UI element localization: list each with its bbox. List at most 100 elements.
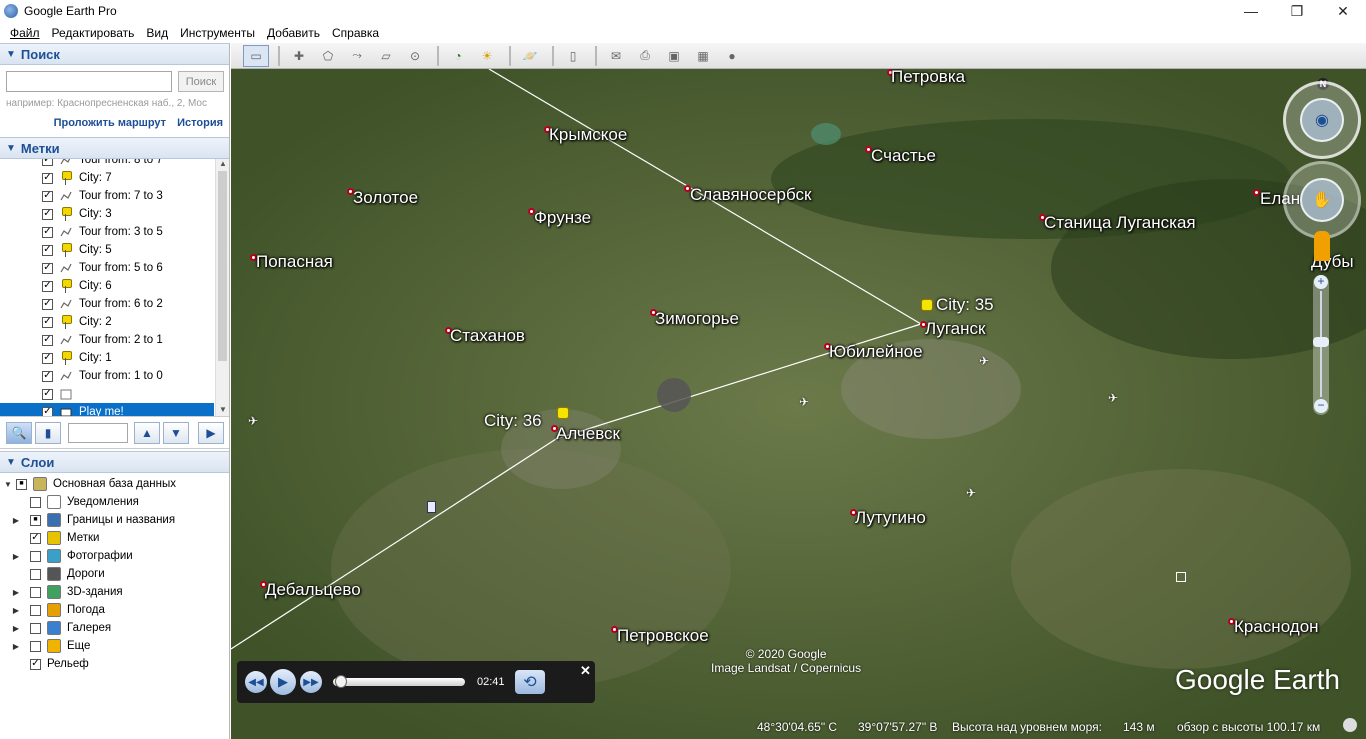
save-image-button[interactable]: ▣ xyxy=(661,45,687,67)
placemark-label[interactable]: City: 35 xyxy=(936,295,994,315)
search-places-button[interactable]: 🔍 xyxy=(6,421,32,444)
places-item[interactable]: ✓ City: 3 xyxy=(0,205,214,223)
add-path-button[interactable]: ⤳ xyxy=(344,45,370,67)
play-button[interactable]: ▶ xyxy=(270,669,296,695)
email-button[interactable]: ✉ xyxy=(603,45,629,67)
places-item[interactable]: ✓ Tour from: 7 to 3 xyxy=(0,187,214,205)
zoom-slider[interactable]: + − xyxy=(1313,275,1329,415)
places-item-checkbox[interactable]: ✓ xyxy=(42,388,53,400)
move-up-button[interactable]: ▲ xyxy=(134,421,160,444)
city-label[interactable]: Алчевск xyxy=(556,424,620,444)
places-item-checkbox[interactable]: ✓ xyxy=(42,159,53,166)
expand-arrow-icon[interactable]: ▶ xyxy=(12,516,20,525)
places-item-checkbox[interactable]: ✓ xyxy=(42,280,53,292)
layer-item[interactable]: Дороги xyxy=(0,565,229,583)
layer-item[interactable]: Уведомления xyxy=(0,493,229,511)
places-item-checkbox[interactable]: ✓ xyxy=(42,262,53,274)
city-label[interactable]: Крымское xyxy=(549,125,627,145)
places-item-checkbox[interactable]: ✓ xyxy=(42,316,53,328)
layer-item[interactable]: ✓ Метки xyxy=(0,529,229,547)
menu-view[interactable]: Вид xyxy=(146,26,168,40)
menu-file[interactable]: Файл xyxy=(10,26,40,40)
maximize-button[interactable]: ❐ xyxy=(1274,0,1320,22)
layer-checkbox[interactable]: ■ xyxy=(16,478,27,490)
city-label[interactable]: Стаханов xyxy=(450,326,525,346)
search-button[interactable]: Поиск xyxy=(178,71,224,92)
places-item-checkbox[interactable]: ✓ xyxy=(42,226,53,238)
zoom-out-icon[interactable]: − xyxy=(1314,399,1328,413)
rewind-button[interactable]: ◀◀ xyxy=(245,671,267,693)
layer-item[interactable]: ✓ Рельеф xyxy=(0,655,229,673)
add-placemark-button[interactable]: ✚ xyxy=(286,45,312,67)
places-item[interactable]: ✓ City: 6 xyxy=(0,277,214,295)
city-label[interactable]: Лутугино xyxy=(855,508,926,528)
city-label[interactable]: Петровка xyxy=(891,69,965,87)
look-control[interactable]: ◉ xyxy=(1283,81,1361,159)
expand-arrow-icon[interactable]: ▶ xyxy=(12,552,20,561)
zoom-handle[interactable] xyxy=(1313,337,1329,347)
places-item[interactable]: ✓ City: 2 xyxy=(0,313,214,331)
places-item-checkbox[interactable]: ✓ xyxy=(42,298,53,310)
placemark-pin-icon[interactable] xyxy=(557,407,569,419)
view-in-maps-button[interactable]: ▦ xyxy=(690,45,716,67)
close-tour-icon[interactable]: ✕ xyxy=(580,663,591,679)
places-item[interactable]: ✓ Play me! xyxy=(0,403,214,416)
city-label[interactable]: Золотое xyxy=(353,188,418,208)
layer-checkbox[interactable] xyxy=(30,622,41,634)
layer-checkbox[interactable] xyxy=(30,568,41,580)
city-label[interactable]: Юбилейное xyxy=(829,342,923,362)
city-label[interactable]: Дебальцево xyxy=(265,580,361,600)
scrollbar-thumb[interactable] xyxy=(218,171,227,361)
layer-checkbox[interactable]: ✓ xyxy=(30,658,41,670)
layer-item[interactable]: ▶ 3D-здания xyxy=(0,583,229,601)
places-section-header[interactable]: ▼ Метки xyxy=(0,137,229,159)
history-link[interactable]: История xyxy=(177,117,223,129)
layer-item[interactable]: ▶ ■ Границы и названия xyxy=(0,511,229,529)
city-label[interactable]: Славяносербск xyxy=(690,185,811,205)
places-item-checkbox[interactable]: ✓ xyxy=(42,352,53,364)
map-view[interactable]: Петровка Крымское Счастье Славяносербск … xyxy=(231,69,1366,739)
places-item[interactable]: ✓ Tour from: 6 to 2 xyxy=(0,295,214,313)
loop-button[interactable]: ⟲ xyxy=(515,670,545,694)
places-item-checkbox[interactable]: ✓ xyxy=(42,190,53,202)
layer-checkbox[interactable] xyxy=(30,640,41,652)
add-overlay-button[interactable]: ▱ xyxy=(373,45,399,67)
layer-checkbox[interactable] xyxy=(30,586,41,598)
layer-item[interactable]: ▶ Погода xyxy=(0,601,229,619)
menu-add[interactable]: Добавить xyxy=(267,26,320,40)
eye-icon[interactable]: ◉ xyxy=(1300,98,1344,142)
fast-forward-button[interactable]: ▶▶ xyxy=(300,671,322,693)
menu-edit[interactable]: Редактировать xyxy=(52,26,135,40)
layer-item[interactable]: ▶ Галерея xyxy=(0,619,229,637)
expand-arrow-icon[interactable]: ▶ xyxy=(12,624,20,633)
show-panel-button[interactable]: ▮ xyxy=(35,421,61,444)
layer-item[interactable]: ▶ Еще xyxy=(0,637,229,655)
minimize-button[interactable]: — xyxy=(1228,0,1274,22)
search-input[interactable] xyxy=(6,71,172,92)
places-item[interactable]: ✓ City: 5 xyxy=(0,241,214,259)
places-item[interactable]: ✓ Tour from: 2 to 1 xyxy=(0,331,214,349)
add-polygon-button[interactable]: ⬠ xyxy=(315,45,341,67)
places-item-checkbox[interactable]: ✓ xyxy=(42,208,53,220)
city-label[interactable]: Станица Луганская xyxy=(1044,213,1196,233)
ruler-button[interactable]: ▯ xyxy=(560,45,586,67)
places-item-checkbox[interactable]: ✓ xyxy=(42,334,53,346)
expand-arrow-icon[interactable]: ▼ xyxy=(4,480,12,489)
places-item[interactable]: ✓ Tour from: 8 to 7 xyxy=(0,159,214,169)
places-item[interactable]: ✓ Tour from: 1 to 0 xyxy=(0,367,214,385)
switch-planet-button[interactable]: 🪐 xyxy=(517,45,543,67)
city-label[interactable]: Краснодон xyxy=(1234,617,1319,637)
sunlight-button[interactable]: ☀ xyxy=(474,45,500,67)
placemark-pin-icon[interactable] xyxy=(921,299,933,311)
print-button[interactable]: ⎙ xyxy=(632,45,658,67)
places-item[interactable]: ✓ City: 1 xyxy=(0,349,214,367)
earth-gallery-button[interactable]: ● xyxy=(719,45,745,67)
search-section-header[interactable]: ▼ Поиск xyxy=(0,43,229,65)
layer-checkbox[interactable] xyxy=(30,550,41,562)
zoom-in-icon[interactable]: + xyxy=(1314,275,1328,289)
places-item-checkbox[interactable]: ✓ xyxy=(42,406,53,416)
menu-help[interactable]: Справка xyxy=(332,26,379,40)
city-label[interactable]: Счастье xyxy=(871,146,936,166)
move-control[interactable]: ✋ xyxy=(1283,161,1361,239)
places-filter-input[interactable] xyxy=(68,422,128,443)
